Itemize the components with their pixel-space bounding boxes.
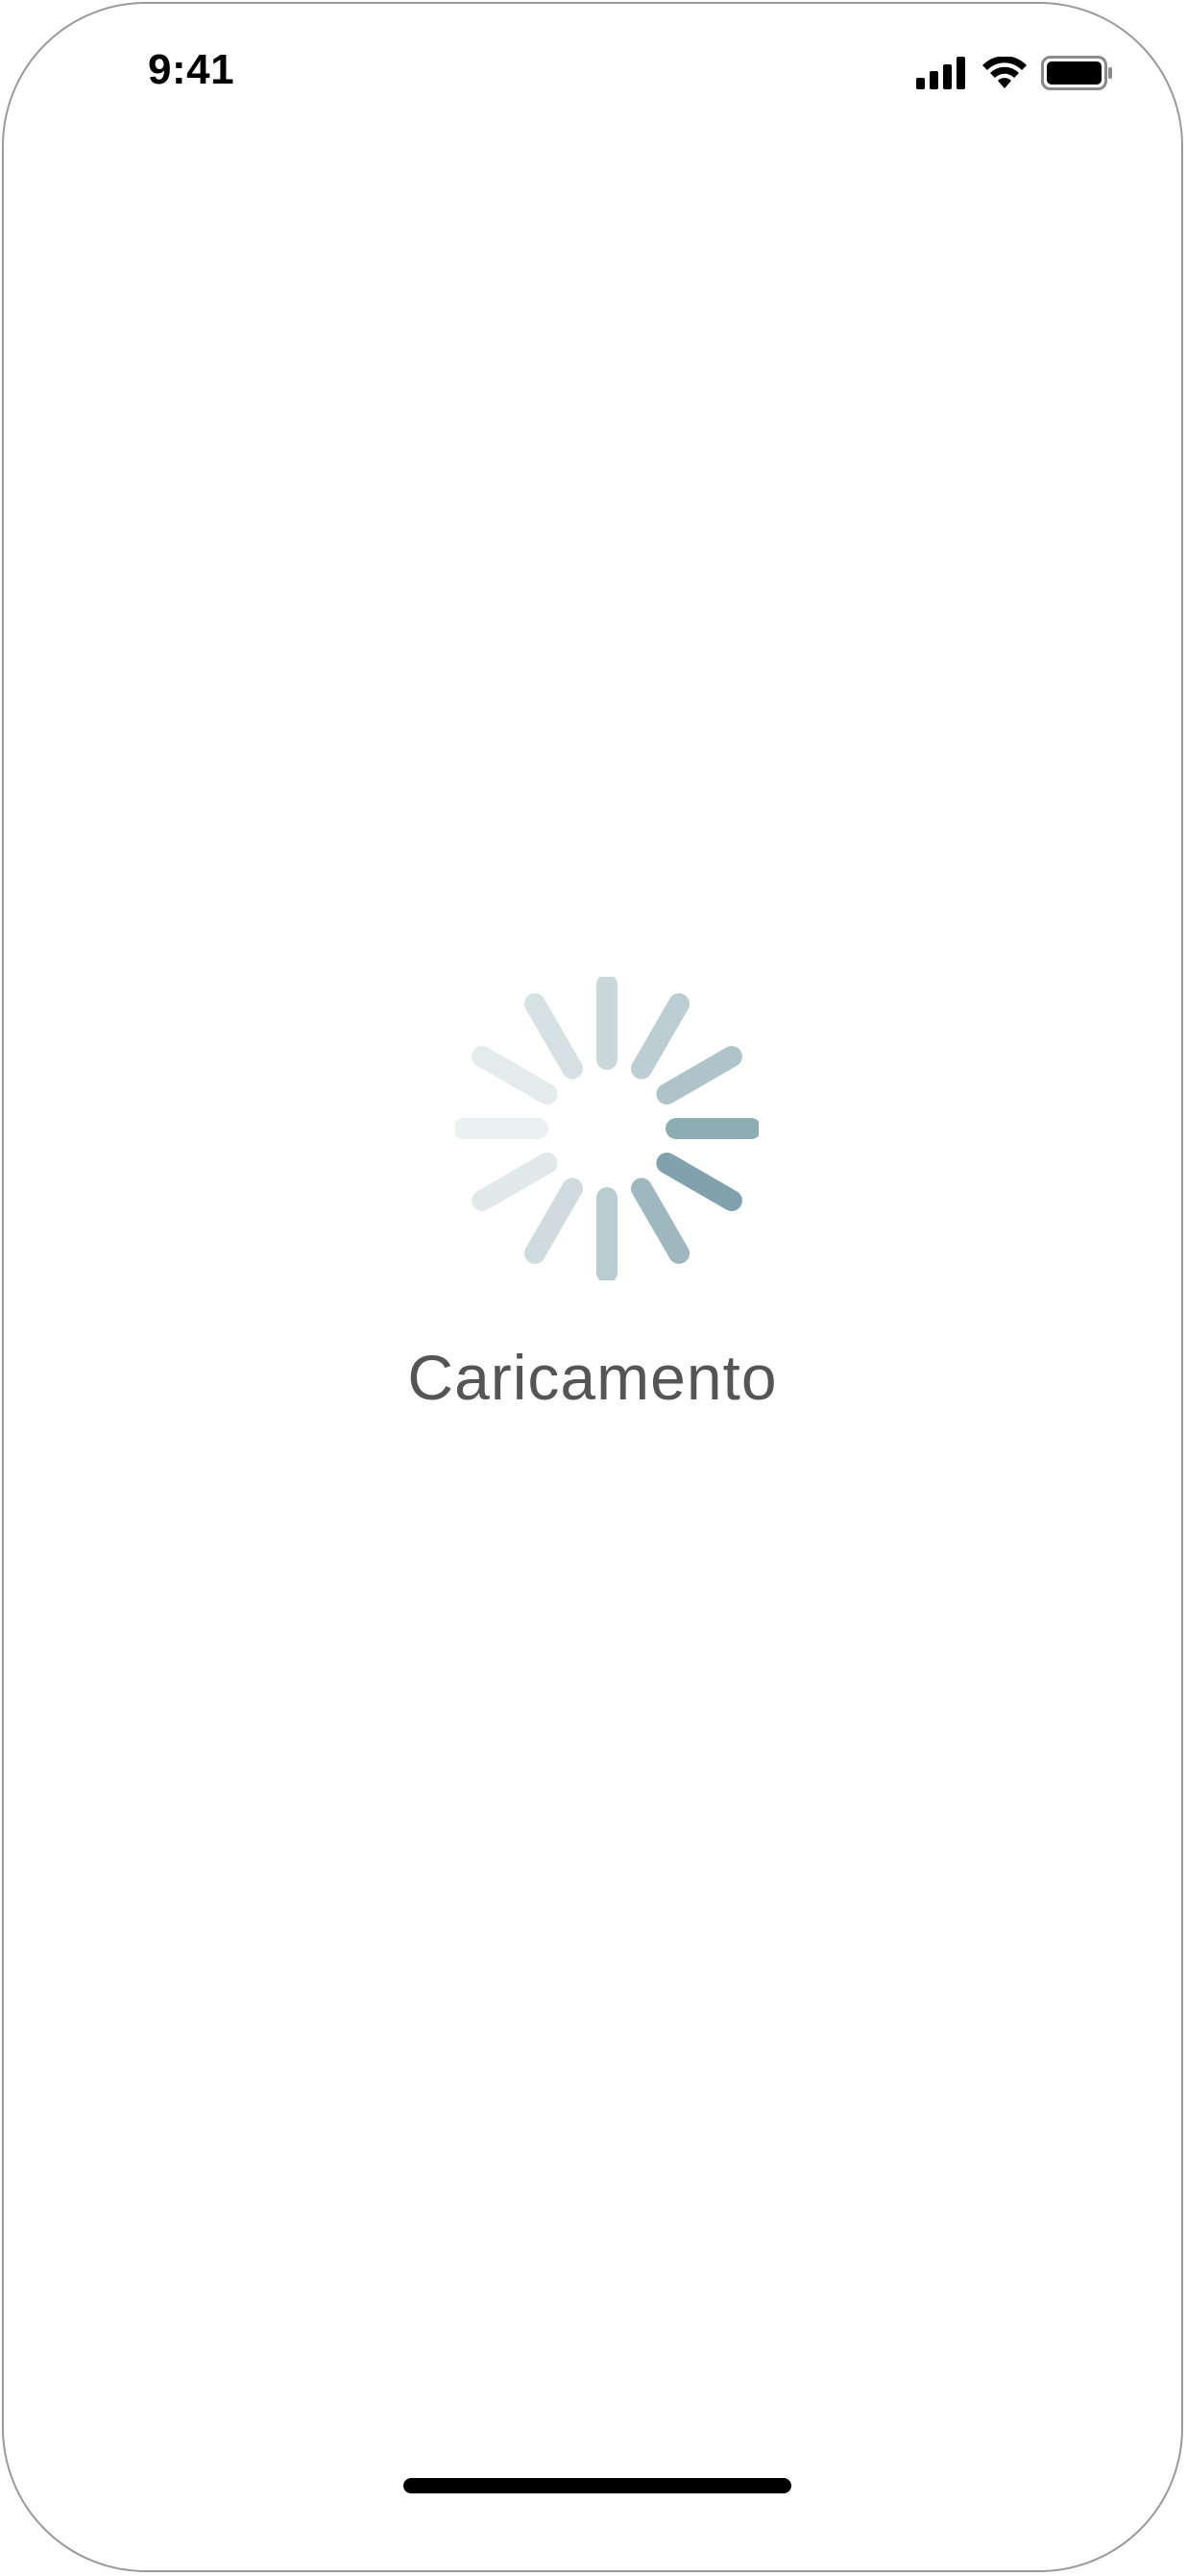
home-indicator[interactable]	[403, 2478, 791, 2493]
spinner-spoke	[472, 1153, 558, 1211]
status-time: 9:41	[148, 46, 235, 93]
activity-indicator-icon	[455, 977, 759, 1280]
wifi-icon	[982, 57, 1027, 88]
status-bar: 9:41	[4, 4, 1181, 148]
spinner-spoke	[631, 1178, 690, 1264]
phone-frame: 9:41 Caricamento	[2, 2, 1183, 2572]
spinner-spoke	[656, 1046, 742, 1105]
spinner-spoke	[472, 1046, 558, 1105]
spinner-spoke	[656, 1153, 742, 1211]
signal-icon	[916, 57, 965, 89]
status-icons	[916, 56, 1114, 90]
battery-icon	[1041, 56, 1112, 90]
spinner-spoke	[524, 1178, 583, 1264]
spinner-spoke	[524, 993, 583, 1080]
loading-label: Caricamento	[407, 1342, 778, 1413]
spinner-spoke	[631, 993, 690, 1080]
